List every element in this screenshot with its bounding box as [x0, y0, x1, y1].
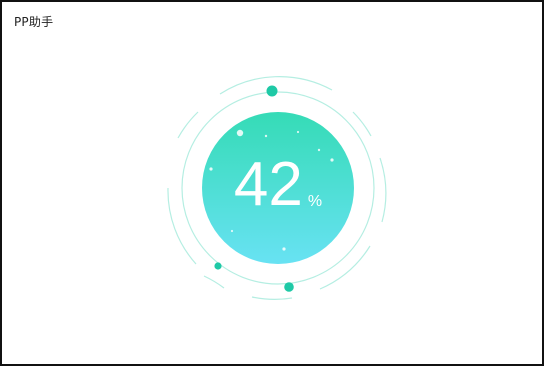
progress-core-circle	[202, 112, 354, 264]
sparkle-dot	[330, 158, 334, 162]
sparkle-dot	[236, 129, 244, 137]
sparkle-dot	[296, 130, 300, 134]
sparkle-dot	[282, 247, 286, 251]
orbit-dot-left	[214, 262, 222, 270]
progress-ring-graphic	[167, 76, 387, 300]
outer-arc-right	[379, 157, 387, 223]
sparkle-dot	[317, 148, 321, 152]
outer-arc-left	[167, 187, 197, 265]
outer-arc-bottom	[251, 296, 293, 300]
orbit-dot-top	[266, 85, 278, 97]
sparkle-dot	[230, 229, 234, 233]
sparkle-dot	[209, 167, 213, 171]
sparkle-dot	[264, 134, 268, 138]
outer-arc-lower-left	[203, 275, 225, 289]
outer-arc-lower-right	[319, 245, 371, 290]
orbit-dot-bottom	[284, 282, 294, 292]
outer-arc-upper-left	[177, 111, 199, 139]
app-window: PP助手 42 %	[0, 0, 544, 366]
